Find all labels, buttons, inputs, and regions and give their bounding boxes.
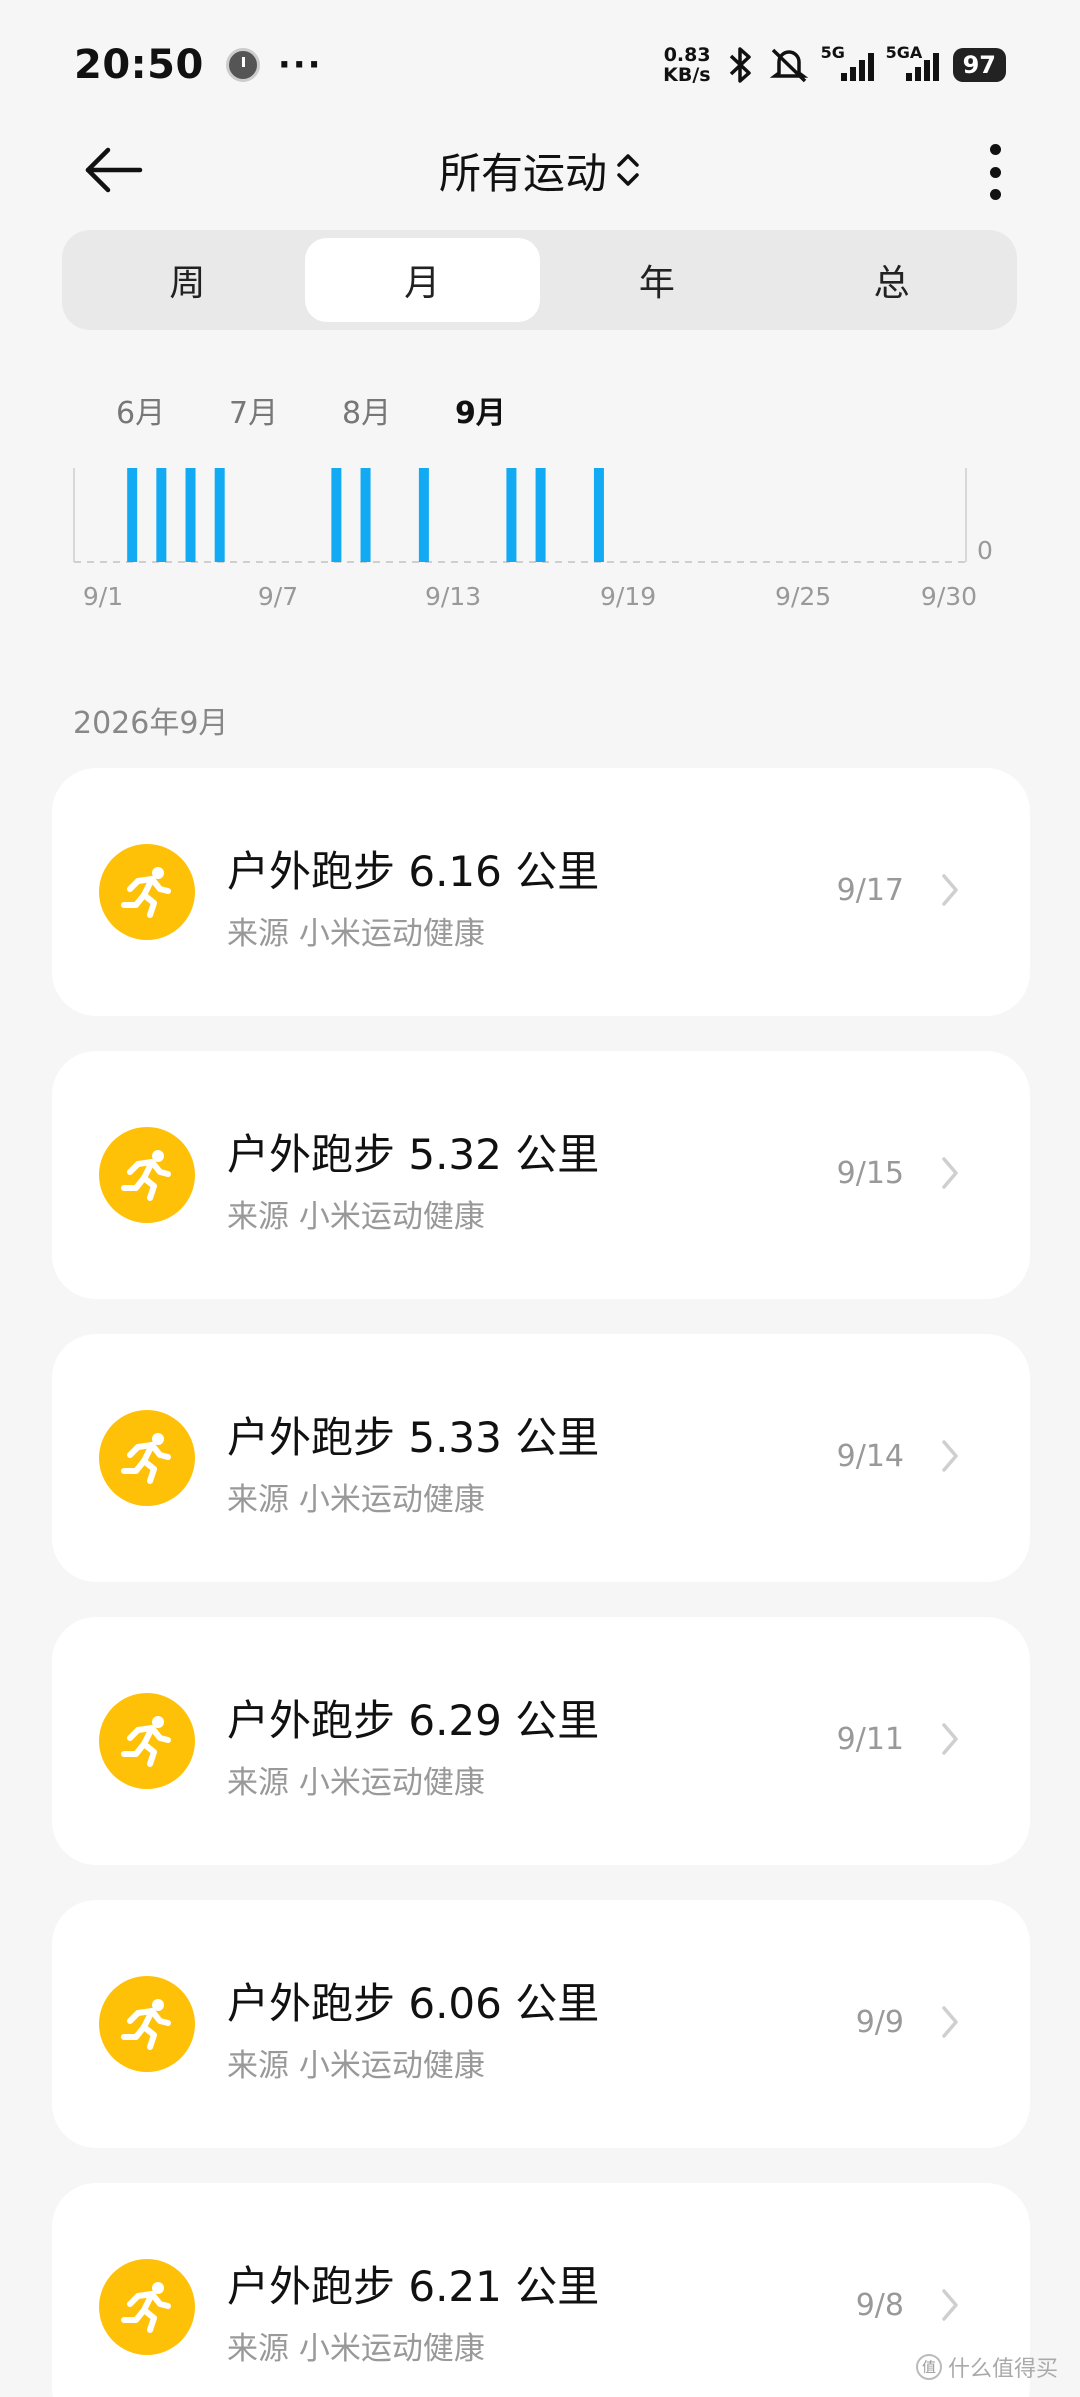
tab-total[interactable]: 总: [774, 238, 1009, 322]
battery-indicator: 97: [952, 48, 1006, 82]
chart-bar-day-15: [506, 468, 517, 562]
record-date: 9/14: [836, 1439, 904, 1474]
activity-record-card[interactable]: 户外跑步 6.06 公里 来源 小米运动健康 9/9: [52, 1900, 1030, 2148]
tab-month[interactable]: 月: [304, 238, 540, 322]
network-speed-value: 0.83: [663, 44, 711, 66]
chart-bar-day-18: [593, 468, 604, 562]
chevron-right-icon: [942, 874, 958, 906]
record-title: 户外跑步 5.33 公里: [227, 1413, 600, 1462]
status-time: 20:50: [74, 42, 204, 88]
top-app-bar: 所有运动: [0, 120, 1080, 220]
activity-record-card[interactable]: 户外跑步 5.32 公里 来源 小米运动健康 9/15: [52, 1051, 1030, 1299]
chart-bar-day-12: [418, 468, 429, 562]
signal-5ga-icon: 5GA: [886, 43, 939, 81]
chart-bar-day-4: [185, 468, 196, 562]
x-tick-label: 9/13: [424, 582, 482, 611]
clock-app-icon: [225, 48, 260, 82]
running-icon: [99, 1693, 195, 1789]
status-icons: 0.83 KB/s 5G 5GA 97: [663, 43, 1006, 85]
x-tick-label: 9/7: [257, 582, 299, 611]
chart-bar-day-5: [214, 468, 225, 562]
mute-bell-icon: [769, 48, 808, 83]
activity-record-card[interactable]: 户外跑步 6.21 公里 来源 小米运动健康 9/8: [52, 2183, 1030, 2397]
record-date: 9/17: [836, 873, 904, 908]
more-options-icon[interactable]: [980, 144, 1010, 200]
x-tick-label: 9/19: [600, 582, 657, 611]
chart-bar-day-2: [127, 468, 138, 562]
activity-record-card[interactable]: 户外跑步 6.29 公里 来源 小米运动健康 9/11: [52, 1617, 1030, 1865]
tab-week[interactable]: 周: [70, 238, 305, 322]
record-source: 来源 小米运动健康: [227, 1765, 485, 1801]
chevron-right-icon: [942, 2289, 958, 2321]
activity-list: 户外跑步 6.16 公里 来源 小米运动健康 9/17 户外跑步 5.32 公里…: [52, 768, 1030, 2397]
chevron-right-icon: [942, 1723, 958, 1755]
page-title: 所有运动: [438, 148, 607, 198]
activity-record-card[interactable]: 户外跑步 5.33 公里 来源 小米运动健康 9/14: [52, 1334, 1030, 1582]
chevron-right-icon: [942, 1440, 958, 1472]
signal-5ga-label: 5GA: [885, 43, 923, 62]
more-notifications-icon: ···: [277, 45, 323, 85]
record-source: 来源 小米运动健康: [227, 916, 485, 952]
x-tick-label: 9/25: [775, 582, 832, 611]
record-date: 9/9: [855, 2005, 904, 2040]
chevron-up-down-icon: [617, 154, 639, 186]
record-title: 户外跑步 6.16 公里: [227, 847, 600, 896]
tab-year[interactable]: 年: [540, 238, 775, 322]
record-title: 户外跑步 6.21 公里: [227, 2262, 600, 2311]
watermark-text: 什么值得买: [947, 2357, 1058, 2382]
record-source: 来源 小米运动健康: [227, 2048, 485, 2084]
monthly-activity-chart[interactable]: 6月 7月 8月 9月 9/1 9/7 9/13 9/19 9/25 9/30 0: [0, 370, 1080, 630]
chart-bar-day-10: [360, 468, 371, 562]
watermark-badge: 值: [915, 2354, 942, 2380]
running-icon: [99, 2259, 195, 2355]
watermark: 值 什么值得买: [915, 2351, 1058, 2383]
chart-plot: [73, 468, 967, 563]
running-icon: [99, 1976, 195, 2072]
back-arrow-icon[interactable]: [82, 142, 146, 198]
running-icon: [99, 844, 195, 940]
record-title: 户外跑步 6.06 公里: [227, 1979, 600, 2028]
record-date: 9/8: [855, 2288, 904, 2323]
x-tick-label: 9/30: [920, 582, 978, 611]
activity-record-card[interactable]: 户外跑步 6.16 公里 来源 小米运动健康 9/17: [52, 768, 1030, 1016]
chart-bar-day-16: [535, 468, 546, 562]
record-title: 户外跑步 5.32 公里: [227, 1130, 600, 1179]
network-speed-unit: KB/s: [663, 64, 711, 86]
running-icon: [99, 1127, 195, 1223]
status-bar: 20:50 ··· 0.83 KB/s 5G 5GA 97: [0, 0, 1080, 130]
signal-5g-icon: 5G: [821, 43, 874, 81]
chevron-right-icon: [942, 1157, 958, 1189]
chart-bar-day-9: [331, 468, 342, 562]
record-source: 来源 小米运动健康: [227, 1199, 485, 1235]
bluetooth-icon: [729, 47, 751, 83]
period-tabs: 周 月 年 总: [62, 230, 1017, 330]
record-date: 9/11: [836, 1722, 904, 1757]
record-title: 户外跑步 6.29 公里: [227, 1696, 600, 1745]
activity-type-selector[interactable]: 所有运动: [439, 140, 641, 201]
chevron-right-icon: [942, 2006, 958, 2038]
running-icon: [99, 1410, 195, 1506]
page: 20:50 ··· 0.83 KB/s 5G 5GA 97 所有运动 周 月 年…: [0, 0, 1080, 2397]
chart-bar-day-3: [156, 468, 167, 562]
record-source: 来源 小米运动健康: [227, 1482, 485, 1518]
network-speed: 0.83 KB/s: [663, 45, 710, 85]
section-title: 2026年9月: [73, 706, 229, 741]
x-tick-label: 9/1: [82, 582, 124, 611]
record-source: 来源 小米运动健康: [227, 2331, 485, 2367]
signal-5g-label: 5G: [820, 43, 845, 62]
y-axis-zero-label: 0: [977, 536, 993, 565]
record-date: 9/15: [836, 1156, 904, 1191]
